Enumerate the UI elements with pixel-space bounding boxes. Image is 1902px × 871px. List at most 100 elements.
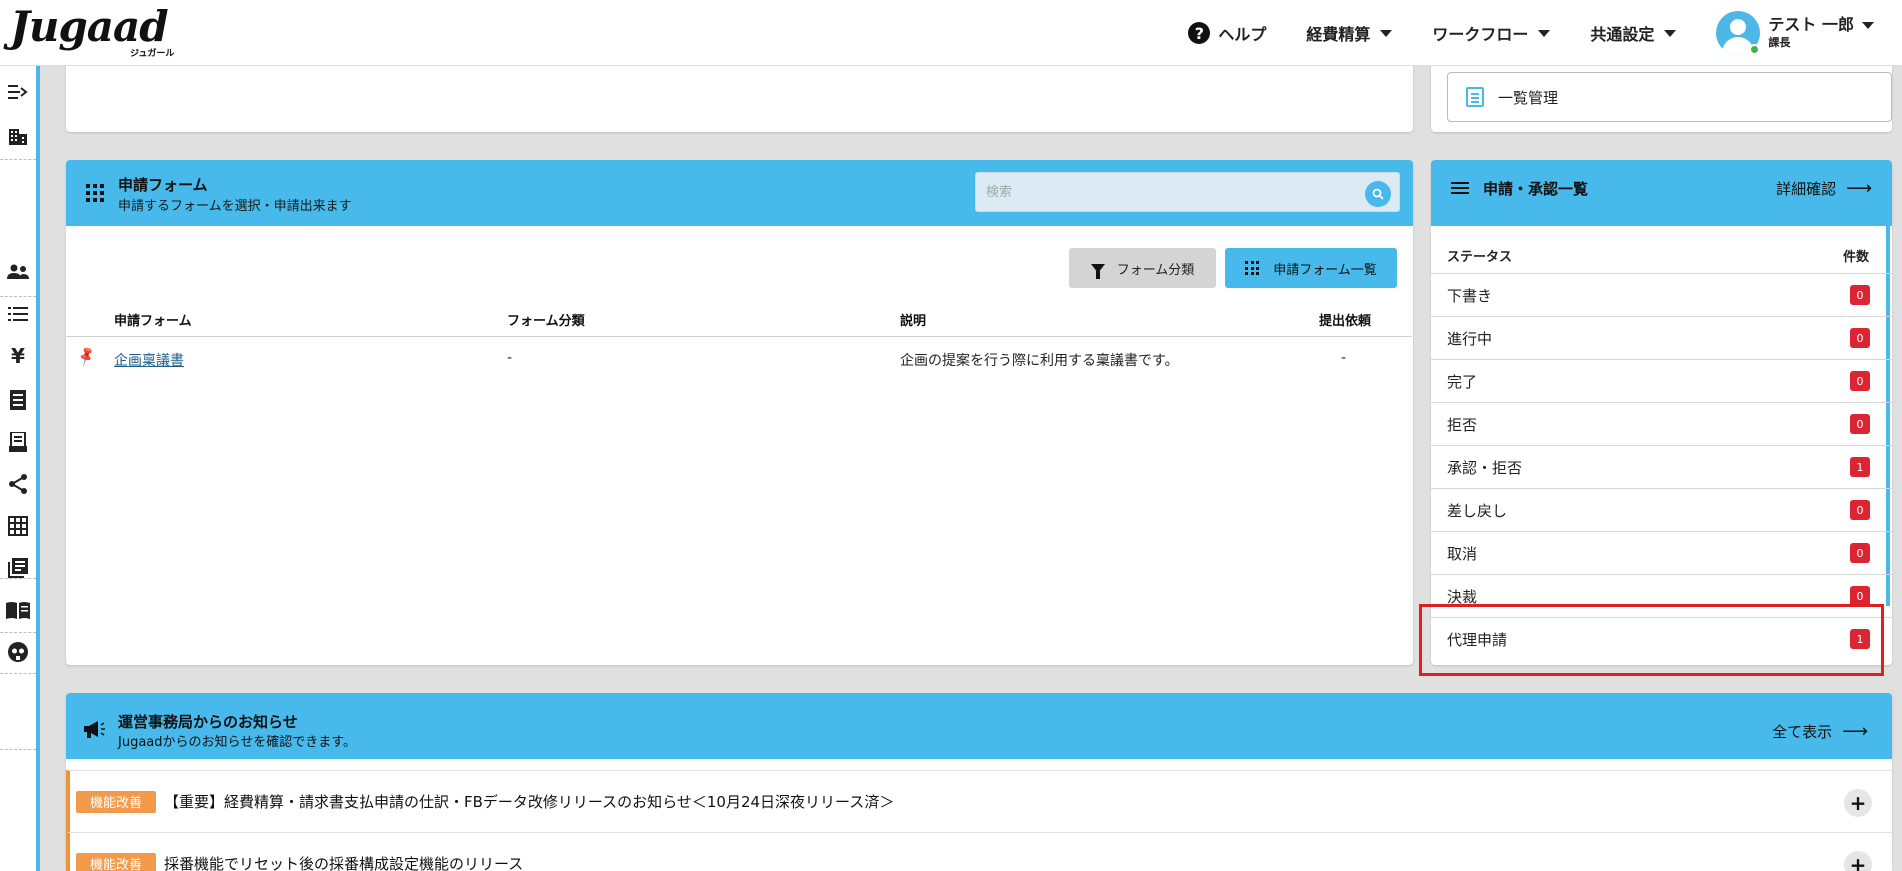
sidebar-divider bbox=[0, 159, 36, 160]
main-nav: ? ヘルプ 経費精算 ワークフロー 共通設定 テスト 一郎 課長 bbox=[1188, 0, 1902, 66]
status-row-in-progress[interactable]: 進行中 0 bbox=[1431, 316, 1892, 359]
nav-workflow-label: ワークフロー bbox=[1432, 25, 1529, 44]
invoice-icon[interactable] bbox=[4, 428, 32, 456]
nav-expense[interactable]: 経費精算 bbox=[1306, 21, 1393, 45]
status-row-proxy-application[interactable]: 代理申請 1 bbox=[1431, 617, 1892, 660]
status-card-header: 申請・承認一覧 詳細確認 ⟶ bbox=[1431, 160, 1892, 226]
status-row-draft[interactable]: 下書き 0 bbox=[1431, 273, 1892, 316]
sidebar-divider bbox=[0, 578, 36, 579]
status-label: 決裁 bbox=[1447, 587, 1478, 606]
status-row-decision[interactable]: 決裁 0 bbox=[1431, 574, 1892, 617]
user-menu[interactable]: テスト 一郎 課長 bbox=[1716, 11, 1874, 55]
news-item[interactable]: 機能改善 採番機能でリセット後の採番構成設定機能のリリース + bbox=[66, 832, 1892, 871]
status-label: 進行中 bbox=[1447, 329, 1493, 348]
share-icon[interactable] bbox=[4, 470, 32, 498]
list-management-button[interactable]: 一覧管理 bbox=[1447, 72, 1892, 122]
form-card-subtitle: 申請するフォームを選択・申請出来ます bbox=[118, 199, 352, 214]
form-card-header: 申請フォーム 申請するフォームを選択・申請出来ます bbox=[66, 160, 1413, 226]
sidebar-accent-bar bbox=[36, 66, 40, 871]
status-row-cancelled[interactable]: 取消 0 bbox=[1431, 531, 1892, 574]
count-badge: 0 bbox=[1850, 328, 1870, 348]
status-label: 代理申請 bbox=[1447, 630, 1508, 649]
form-request-cell: - bbox=[1341, 350, 1347, 366]
table-header-divider bbox=[66, 336, 1412, 337]
status-row-sent-back[interactable]: 差し戻し 0 bbox=[1431, 488, 1892, 531]
filter-icon bbox=[1090, 263, 1105, 279]
search-icon[interactable] bbox=[1365, 181, 1391, 207]
form-description-cell: 企画の提案を行う際に利用する稟議書です。 bbox=[900, 353, 1179, 369]
megaphone-icon bbox=[82, 719, 106, 744]
manual-book-icon[interactable] bbox=[4, 596, 32, 624]
help-icon: ? bbox=[1188, 22, 1211, 44]
list-management-label: 一覧管理 bbox=[1498, 88, 1559, 107]
nav-workflow[interactable]: ワークフロー bbox=[1432, 21, 1551, 45]
sidebar-toggle-icon[interactable] bbox=[4, 78, 32, 106]
yen-icon[interactable]: ¥ bbox=[4, 342, 32, 370]
avatar bbox=[1716, 11, 1768, 55]
news-tag: 機能改善 bbox=[76, 790, 157, 813]
count-badge: 0 bbox=[1850, 543, 1870, 563]
status-row-rejected[interactable]: 拒否 0 bbox=[1431, 402, 1892, 445]
status-detail-link[interactable]: 詳細確認 ⟶ bbox=[1776, 178, 1872, 199]
nav-expense-label: 経費精算 bbox=[1306, 25, 1371, 44]
users-icon[interactable] bbox=[4, 258, 32, 286]
expand-plus-icon[interactable]: + bbox=[1844, 789, 1872, 817]
news-item[interactable]: 機能改善 【重要】経費精算・請求書支払申請の仕訳・FBデータ改修リリースのお知ら… bbox=[66, 770, 1892, 832]
news-show-all-link[interactable]: 全て表示 ⟶ bbox=[1772, 721, 1868, 742]
table-icon[interactable] bbox=[4, 512, 32, 540]
count-badge: 0 bbox=[1850, 371, 1870, 391]
sidebar: ¥ bbox=[0, 66, 36, 871]
count-badge: 0 bbox=[1850, 500, 1870, 520]
count-badge: 1 bbox=[1850, 457, 1870, 477]
status-detail-label: 詳細確認 bbox=[1776, 180, 1837, 198]
help-link[interactable]: ? ヘルプ bbox=[1188, 21, 1266, 45]
form-search bbox=[975, 172, 1400, 212]
status-row-complete[interactable]: 完了 0 bbox=[1431, 359, 1892, 402]
expand-plus-icon[interactable]: + bbox=[1844, 851, 1872, 871]
form-list-label: 申請フォーム一覧 bbox=[1273, 262, 1377, 278]
user-role: 課長 bbox=[1768, 36, 1791, 49]
jugaad-logo[interactable]: Jugaad ジュガール bbox=[10, 4, 180, 60]
col-header-category: フォーム分類 bbox=[507, 314, 585, 329]
receipt-icon[interactable] bbox=[4, 386, 32, 414]
apps-grid-icon bbox=[1245, 261, 1260, 275]
logo-subtext: ジュガール bbox=[130, 49, 175, 59]
col-header-request: 提出依頼 bbox=[1319, 314, 1372, 329]
status-card-title: 申請・承認一覧 bbox=[1483, 180, 1589, 198]
news-card-header: 運営事務局からのお知らせ Jugaadからのお知らせを確認できます。 全て表示 … bbox=[66, 693, 1892, 759]
chevron-down-icon bbox=[1664, 29, 1677, 37]
count-badge: 0 bbox=[1850, 586, 1870, 606]
count-badge: 1 bbox=[1850, 629, 1870, 649]
form-search-input[interactable] bbox=[976, 173, 1399, 211]
status-label: 下書き bbox=[1447, 286, 1493, 305]
news-show-all-label: 全て表示 bbox=[1772, 723, 1833, 741]
top-navbar: Jugaad ジュガール ? ヘルプ 経費精算 ワークフロー 共通設定 テスト … bbox=[0, 0, 1902, 66]
building-icon[interactable] bbox=[4, 122, 32, 150]
help-label: ヘルプ bbox=[1218, 25, 1267, 44]
col-header-form: 申請フォーム bbox=[114, 314, 192, 329]
arrow-right-icon: ⟶ bbox=[1846, 178, 1872, 199]
count-col-header: 件数 bbox=[1843, 250, 1870, 265]
logo-text: Jugaad bbox=[10, 2, 169, 51]
nav-common-settings-label: 共通設定 bbox=[1590, 25, 1655, 44]
sidebar-divider bbox=[0, 749, 36, 750]
sidebar-divider bbox=[0, 673, 36, 674]
form-category-button[interactable]: フォーム分類 bbox=[1069, 248, 1216, 288]
nav-common-settings[interactable]: 共通設定 bbox=[1590, 21, 1677, 45]
form-category-label: フォーム分類 bbox=[1116, 262, 1195, 278]
news-tag: 機能改善 bbox=[76, 852, 157, 871]
status-label: 完了 bbox=[1447, 372, 1478, 391]
status-row-approve-reject[interactable]: 承認・拒否 1 bbox=[1431, 445, 1892, 488]
form-list-button[interactable]: 申請フォーム一覧 bbox=[1225, 248, 1397, 288]
sidebar-divider bbox=[0, 632, 36, 633]
status-col-header: ステータス bbox=[1447, 250, 1513, 265]
list-icon[interactable] bbox=[4, 300, 32, 328]
col-header-description: 説明 bbox=[900, 314, 927, 329]
count-badge: 0 bbox=[1850, 414, 1870, 434]
form-link-kikaku[interactable]: 企画稟議書 bbox=[114, 350, 184, 370]
news-card-title: 運営事務局からのお知らせ bbox=[118, 713, 298, 731]
arrow-right-icon: ⟶ bbox=[1842, 721, 1868, 742]
support-icon[interactable] bbox=[4, 638, 32, 666]
apps-grid-icon bbox=[86, 184, 104, 202]
status-label: 取消 bbox=[1447, 544, 1478, 563]
